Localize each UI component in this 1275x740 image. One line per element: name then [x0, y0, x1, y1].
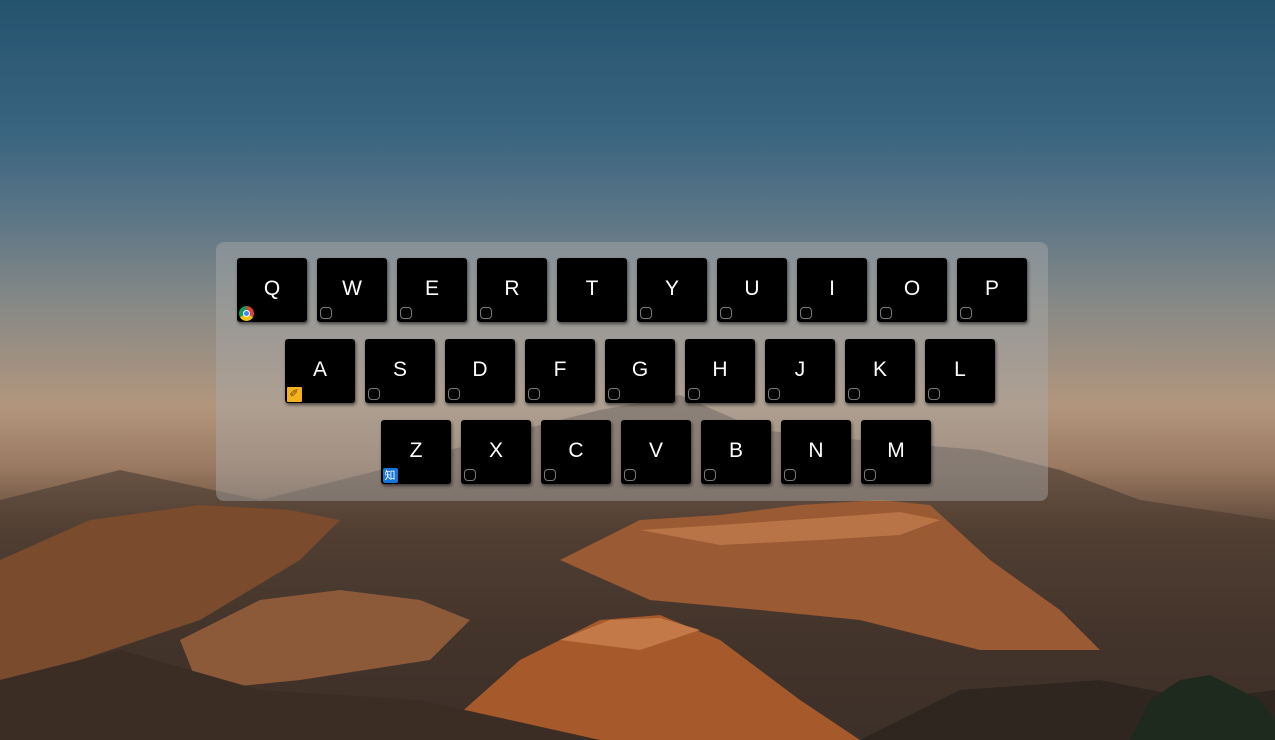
key-k[interactable]: K	[845, 339, 915, 403]
key-letter: R	[504, 277, 520, 300]
key-h[interactable]: H	[685, 339, 755, 403]
key-o[interactable]: O	[877, 258, 947, 322]
key-letter: B	[728, 439, 743, 462]
empty-slot-icon	[526, 386, 542, 402]
key-letter: L	[954, 358, 966, 381]
key-g[interactable]: G	[605, 339, 675, 403]
key-letter: W	[342, 277, 362, 300]
key-c[interactable]: C	[541, 420, 611, 484]
key-x[interactable]: X	[461, 420, 531, 484]
key-q[interactable]: Q	[237, 258, 307, 322]
empty-slot-icon	[702, 467, 718, 483]
zhihu-icon[interactable]: 知	[382, 467, 398, 483]
empty-slot-icon	[718, 305, 734, 321]
empty-slot-icon	[958, 305, 974, 321]
sketch-icon[interactable]: ✐	[286, 386, 302, 402]
zhihu-icon-glyph: 知	[382, 467, 398, 483]
chrome-icon[interactable]	[238, 305, 254, 321]
key-letter: Z	[409, 439, 423, 462]
key-letter: F	[553, 358, 567, 381]
keyboard-row-2: A ✐ S D F G H J K L	[285, 339, 995, 403]
key-letter: S	[392, 358, 407, 381]
key-letter: E	[424, 277, 439, 300]
empty-slot-icon	[878, 305, 894, 321]
key-j[interactable]: J	[765, 339, 835, 403]
empty-slot-icon	[798, 305, 814, 321]
empty-slot-icon	[446, 386, 462, 402]
empty-slot-icon	[926, 386, 942, 402]
key-p[interactable]: P	[957, 258, 1027, 322]
key-letter: G	[631, 358, 649, 381]
key-t[interactable]: T	[557, 258, 627, 322]
key-s[interactable]: S	[365, 339, 435, 403]
key-letter: U	[744, 277, 760, 300]
empty-slot-icon	[766, 386, 782, 402]
key-n[interactable]: N	[781, 420, 851, 484]
key-letter: K	[872, 358, 887, 381]
key-letter: H	[712, 358, 728, 381]
key-letter: M	[887, 439, 905, 462]
key-m[interactable]: M	[861, 420, 931, 484]
keyboard-launcher-panel: Q W E R T Y U I O P A ✐ S D F G H J K L …	[216, 242, 1048, 501]
empty-slot-icon	[846, 386, 862, 402]
key-letter: Q	[263, 277, 281, 300]
keyboard-row-3: Z 知 X C V B N M	[381, 420, 931, 484]
empty-slot-icon	[606, 386, 622, 402]
empty-slot-icon	[462, 467, 478, 483]
key-l[interactable]: L	[925, 339, 995, 403]
key-u[interactable]: U	[717, 258, 787, 322]
key-letter: D	[472, 358, 488, 381]
key-letter: C	[568, 439, 584, 462]
empty-slot-icon	[478, 305, 494, 321]
key-w[interactable]: W	[317, 258, 387, 322]
key-letter: N	[808, 439, 824, 462]
key-d[interactable]: D	[445, 339, 515, 403]
empty-slot-icon	[622, 467, 638, 483]
key-letter: P	[984, 277, 999, 300]
key-letter: O	[903, 277, 921, 300]
key-letter: X	[488, 439, 503, 462]
empty-slot-icon	[862, 467, 878, 483]
keyboard-row-1: Q W E R T Y U I O P	[237, 258, 1027, 322]
key-letter: T	[585, 277, 599, 300]
key-letter: J	[794, 358, 806, 381]
key-letter: V	[648, 439, 663, 462]
empty-slot-icon	[638, 305, 654, 321]
empty-slot-icon	[318, 305, 334, 321]
key-letter: I	[829, 277, 835, 300]
key-i[interactable]: I	[797, 258, 867, 322]
key-z[interactable]: Z 知	[381, 420, 451, 484]
key-y[interactable]: Y	[637, 258, 707, 322]
empty-slot-icon	[782, 467, 798, 483]
key-letter: Y	[664, 277, 679, 300]
key-v[interactable]: V	[621, 420, 691, 484]
empty-slot-icon	[542, 467, 558, 483]
key-e[interactable]: E	[397, 258, 467, 322]
key-f[interactable]: F	[525, 339, 595, 403]
key-a[interactable]: A ✐	[285, 339, 355, 403]
key-r[interactable]: R	[477, 258, 547, 322]
empty-slot-icon	[686, 386, 702, 402]
key-letter: A	[312, 358, 327, 381]
empty-slot-icon	[366, 386, 382, 402]
empty-slot-icon	[398, 305, 414, 321]
key-b[interactable]: B	[701, 420, 771, 484]
